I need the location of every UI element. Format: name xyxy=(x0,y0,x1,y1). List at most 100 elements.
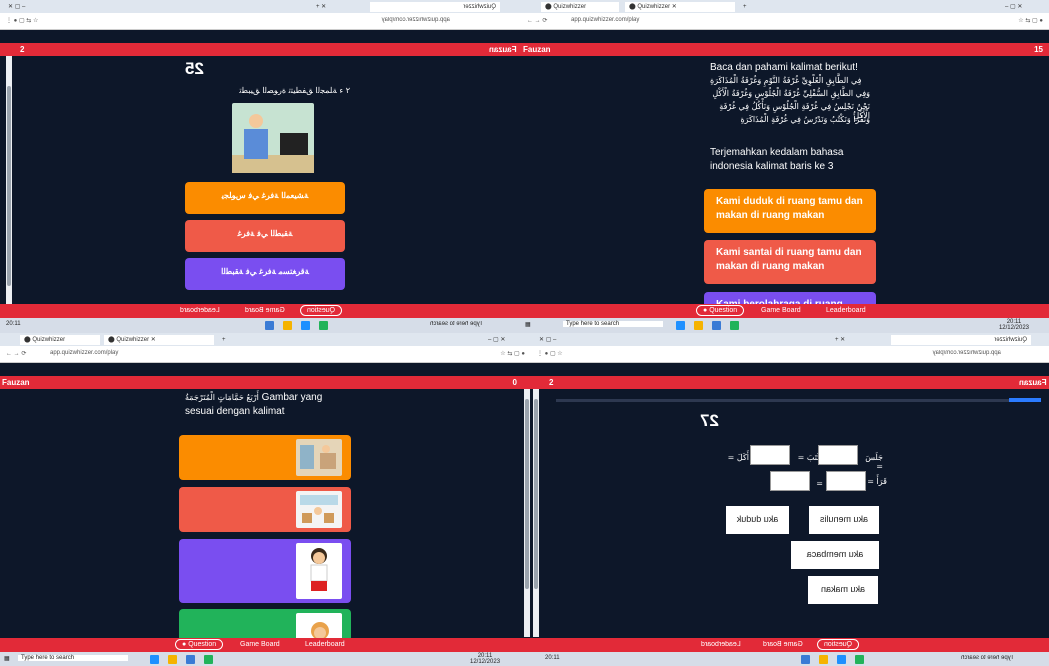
taskbar-app-icon[interactable] xyxy=(801,655,810,664)
taskbar-app-icon[interactable] xyxy=(712,321,721,330)
arabic-word-1: ﺃَﻛَﻞَ = xyxy=(727,453,749,462)
taskbar-app-icon[interactable] xyxy=(855,655,864,664)
clock: 20:11 12/12/2023 xyxy=(470,653,501,665)
arabic-word-3: ﺟَﻠَﺲَ = xyxy=(865,453,883,471)
answer-card-aku-menulis[interactable]: aku menulis xyxy=(809,506,879,534)
question-button[interactable]: ● Question xyxy=(696,305,745,316)
taskbar-app-icon[interactable] xyxy=(301,321,310,330)
drop-box-3[interactable] xyxy=(770,471,810,491)
browser-tab[interactable]: ⬤ Quizwhizzer ✕ xyxy=(625,2,735,12)
browser-tabbar: ✕ ▢ – + ✕ Quizwhizzer xyxy=(531,333,1049,346)
taskbar-app-icon[interactable] xyxy=(168,655,177,664)
answer-option-1[interactable]: Kami duduk di ruang tamu dan makan di ru… xyxy=(704,189,876,233)
address-bar[interactable]: ← → ⟳ app.quizwhizzer.com/play ☆ ⇆ ▢ ● xyxy=(0,346,531,363)
arabic-line-2: ﻭَﻓِﻲ ﺍﻟﻄَّﺎﺑِﻖِ ﺍﻟﺴُّﻔْﻠِﻲِّ ﻏُﺮْﻓَﺔُ ﺍ… xyxy=(712,89,870,98)
window-controls[interactable]: – ▢ ✕ xyxy=(484,335,509,345)
footer-bar: Question Game Board Leaderboard xyxy=(0,304,521,318)
answer-option-3[interactable] xyxy=(179,539,351,603)
taskbar: ▦ Type here to search 20:11 12/12/2023 xyxy=(521,318,1049,333)
taskbar-app-icon[interactable] xyxy=(676,321,685,330)
stage: 27 ﺃَﻛَﻞَ = ﻛَﺘَﺐَ = ﺟَﻠَﺲَ = = ﻗَﺮَﺃَ =… xyxy=(531,389,1049,637)
taskbar-app-icon[interactable] xyxy=(150,655,159,664)
taskbar-search[interactable]: Type here to search xyxy=(430,321,483,327)
question-number: 25 xyxy=(185,59,204,78)
taskbar-app-icon[interactable] xyxy=(837,655,846,664)
drop-box-2[interactable] xyxy=(818,445,858,465)
new-tab-button[interactable]: + xyxy=(218,335,230,345)
question-number: 27 xyxy=(700,411,719,430)
scrollbar[interactable] xyxy=(524,389,530,637)
quadrant-bottom-left: ⬤ Quizwhizzer ⬤ Quizwhizzer ✕ + – ▢ ✕ ← … xyxy=(0,333,531,666)
progress-track xyxy=(556,399,1041,402)
start-icon[interactable]: ▦ xyxy=(525,321,531,328)
url-text[interactable]: app.quizwhizzer.com/play xyxy=(571,17,639,23)
quadrant-top-right: ⬤ Quizwhizzer ⬤ Quizwhizzer ✕ + – ▢ ✕ ← … xyxy=(521,0,1049,333)
stage: Baca dan pahami kalimat berikut! ﻓِﻲ ﺍﻟﻄ… xyxy=(521,56,1049,333)
taskbar-app-icon[interactable] xyxy=(319,321,328,330)
window-controls[interactable]: ✕ ▢ – xyxy=(4,2,29,12)
leaderboard-link[interactable]: Leaderboard xyxy=(826,307,866,314)
taskbar-app-icon[interactable] xyxy=(186,655,195,664)
answer-option-1[interactable]: ﺔﺸﻴﻌﻤﻟﺍ ﺔﻓﺮﻏ ﻲﻓ ﺱﻮﻠﺠﻳ xyxy=(185,182,345,214)
taskbar: 20:11 Type here to search xyxy=(0,318,521,333)
drop-box-4[interactable] xyxy=(826,471,866,491)
browser-tab[interactable]: ⬤ Quizwhizzer ✕ xyxy=(104,335,214,345)
stage: 25 ٢ ء ﺔﻠﻤﺠﻟﺍ ﻖﻔﻄﻴﺘﺗ ﺓﺭﻮﺼﻟﺍ ﻖﻴﺒﻄﺗ ﺔﺸﻴﻌﻤﻟ… xyxy=(0,56,521,304)
answer-option-3[interactable]: ﺔﻗﺮﻐﺘﺴﻣ ﺔﻓﺮﻏ ﻲﻓ ﺔﻘﺒﻄﻟﺍ xyxy=(185,258,345,290)
answer-option-2[interactable]: ﺔﻘﺒﻄﻟﺍ ﻲﻓ ﺔﻓﺮﻏ xyxy=(185,220,345,252)
taskbar-search[interactable]: Type here to search xyxy=(961,655,1014,661)
window-controls[interactable]: – ▢ ✕ xyxy=(1001,2,1026,12)
taskbar: 20:11 Type here to search xyxy=(531,652,1049,666)
leaderboard-link[interactable]: Leaderboard xyxy=(701,641,741,648)
new-tab-button[interactable]: + ✕ xyxy=(831,335,849,345)
start-icon[interactable]: ▦ xyxy=(4,655,10,662)
taskbar-search[interactable]: Type here to search xyxy=(18,655,128,661)
taskbar-app-icon[interactable] xyxy=(204,655,213,664)
url-text[interactable]: app.quizwhizzer.com/play xyxy=(50,350,118,356)
scrollbar[interactable] xyxy=(533,389,539,637)
browser-tabbar: ⬤ Quizwhizzer ⬤ Quizwhizzer ✕ + – ▢ ✕ xyxy=(521,0,1049,13)
browser-tab[interactable]: ⬤ Quizwhizzer xyxy=(541,2,619,12)
game-board-link[interactable]: Game Board xyxy=(763,641,803,648)
taskbar-search[interactable]: Type here to search xyxy=(563,321,663,327)
scrollbar[interactable] xyxy=(6,56,12,304)
answer-card-aku-duduk[interactable]: aku duduk xyxy=(726,506,789,534)
taskbar-app-icon[interactable] xyxy=(819,655,828,664)
browser-tab[interactable]: Quizwhizzer xyxy=(891,335,1031,345)
arabic-line-1: ﻓِﻲ ﺍﻟﻄَّﺎﺑِﻖِ ﺍﻟْﻌُﻠْﻮِﻱِّ ﻏُﺮْﻓَﺔُ ﺍﻟﻨ… xyxy=(710,76,862,85)
answer-option-2[interactable]: Kami santai di ruang tamu dan makan di r… xyxy=(704,240,876,284)
taskbar-app-icon[interactable] xyxy=(283,321,292,330)
leaderboard-link[interactable]: Leaderboard xyxy=(180,307,220,314)
new-tab-button[interactable]: + xyxy=(739,2,751,12)
window-controls[interactable]: ✕ ▢ – xyxy=(535,335,560,345)
header-bar: Fauzan 15 xyxy=(521,43,1049,56)
drop-box-1[interactable] xyxy=(750,445,790,465)
answer-option-1[interactable] xyxy=(179,435,351,480)
stage: ﺃَﺭْﺑَﻊُ ﺣَﻤَّﺎﻣَﺎﺕٍ ﺍﻟْﻤُﺘَﺮْﺟَﻤَﺔُ Gam… xyxy=(0,389,531,654)
game-board-link[interactable]: Game Board xyxy=(240,641,280,648)
answer-card-aku-membaca[interactable]: aku membaca xyxy=(791,541,879,569)
equals-sign: = xyxy=(816,479,823,488)
question-button[interactable]: Question xyxy=(817,639,860,650)
answer-option-2[interactable] xyxy=(179,487,351,532)
address-bar[interactable]: ⋮ ● ▢ ☆ app.quizwhizzer.com/play xyxy=(531,346,1049,363)
new-tab-button[interactable]: + ✕ xyxy=(312,2,330,12)
taskbar: ▦ Type here to search 20:11 12/12/2023 xyxy=(0,652,531,666)
bathroom-image xyxy=(296,439,342,476)
game-board-link[interactable]: Game Board xyxy=(761,307,801,314)
classroom-image xyxy=(296,491,342,528)
game-board-link[interactable]: Game Board xyxy=(245,307,285,314)
browser-tab[interactable]: ⬤ Quizwhizzer xyxy=(20,335,100,345)
question-button[interactable]: ● Question xyxy=(175,639,224,650)
prompt-text: Terjemahkan kedalam bahasa indonesia kal… xyxy=(710,147,844,172)
taskbar-app-icon[interactable] xyxy=(694,321,703,330)
leaderboard-link[interactable]: Leaderboard xyxy=(305,641,345,648)
address-bar[interactable]: ⋮ ● ▢ ⇆ ☆ app.quizwhizzer.com/play xyxy=(0,13,521,30)
taskbar-app-icon[interactable] xyxy=(730,321,739,330)
answer-card-aku-makan[interactable]: aku makan xyxy=(808,576,878,604)
browser-tab[interactable]: Quizwhizzer xyxy=(370,2,500,12)
taskbar-app-icon[interactable] xyxy=(265,321,274,330)
address-bar[interactable]: ← → ⟳ app.quizwhizzer.com/play ☆ ⇆ ▢ ● xyxy=(521,13,1049,30)
footer-bar: ● Question Game Board Leaderboard xyxy=(521,304,1049,318)
question-button[interactable]: Question xyxy=(300,305,343,316)
